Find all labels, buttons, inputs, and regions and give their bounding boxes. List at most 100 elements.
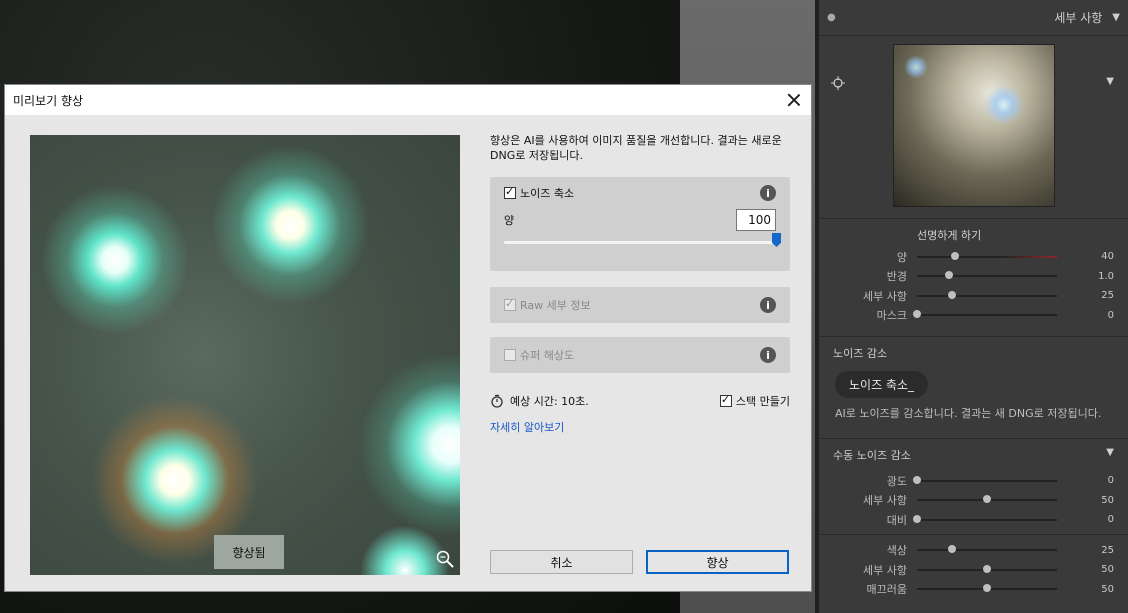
luminance-nr-slider-track[interactable]: [917, 495, 1057, 504]
sharpening-slider-label: 세부 사항: [863, 289, 907, 303]
color-nr-slider-track[interactable]: [917, 564, 1057, 573]
sharpening-slider-value[interactable]: 0: [1108, 310, 1114, 321]
luminance-nr-slider-track[interactable]: [913, 475, 1057, 484]
dialog-titlebar: 미리보기 향상: [5, 85, 811, 115]
preview-toggle-icon[interactable]: ▼: [1106, 76, 1114, 87]
noise-reduction-checkbox[interactable]: [504, 185, 516, 199]
color-nr-slider-track[interactable]: [917, 584, 1057, 593]
timer-icon: [491, 394, 503, 408]
color-nr-slider-label: 매끄러움: [866, 583, 907, 597]
sharpening-slider-value[interactable]: 25: [1101, 290, 1114, 301]
options-column: 향상은 AI를 사용하여 이미지 품질을 개선합니다. 결과는 새로운 DNG로…: [490, 133, 790, 435]
amount-label: 양: [504, 214, 515, 227]
detail-panel-header[interactable]: ● 세부 사항 ▼: [819, 0, 1128, 36]
color-nr-slider-row: 세부 사항 50: [833, 560, 1114, 580]
noise-reduction-section: 노이즈 감소 노이즈 축소_ AI로 노이즈를 감소합니다. 결과는 새 DNG…: [819, 337, 1128, 439]
color-nr-slider-value[interactable]: 50: [1101, 584, 1114, 595]
sharpening-slider-knob[interactable]: [950, 251, 959, 260]
color-nr-slider-value[interactable]: 50: [1101, 564, 1114, 575]
info-icon[interactable]: i: [760, 185, 776, 201]
sharpening-slider-knob[interactable]: [945, 271, 954, 280]
enhanced-preview[interactable]: 향상됨: [30, 135, 460, 575]
color-nr-slider-knob[interactable]: [983, 564, 991, 573]
sharpening-title: 선명하게 하기: [917, 229, 982, 242]
noise-reduction-option: 노이즈 축소 i 양 100: [490, 177, 790, 271]
zoom-icon[interactable]: [435, 549, 455, 569]
sharpening-slider-row: 세부 사항 25: [833, 286, 1114, 306]
luminance-nr-slider-knob[interactable]: [983, 495, 991, 504]
luminance-nr-slider-value[interactable]: 50: [1101, 495, 1114, 506]
amount-slider[interactable]: [504, 233, 781, 247]
color-nr-slider-row: 색상 25: [833, 541, 1114, 561]
enhance-dialog: 미리보기 향상 향상됨 향상은 AI를 사용하여 이미지 품질을 개선합니다. …: [4, 84, 812, 592]
noise-reduction-label: 노이즈 축소: [520, 187, 575, 200]
luminance-nr-slider-row: 대비 0: [833, 510, 1114, 530]
noise-reduction-button[interactable]: 노이즈 축소_: [835, 371, 929, 398]
luminance-nr-slider-row: 세부 사항 50: [833, 491, 1114, 511]
close-icon[interactable]: [785, 91, 803, 109]
preview-badge: 향상됨: [214, 535, 284, 569]
luminance-nr-slider-label: 대비: [886, 513, 907, 527]
dialog-description: 향상은 AI를 사용하여 이미지 품질을 개선합니다. 결과는 새로운 DNG로…: [490, 134, 782, 162]
detail-thumbnail[interactable]: [893, 44, 1055, 207]
luminance-nr-slider-track[interactable]: [913, 514, 1057, 523]
info-icon[interactable]: i: [760, 347, 776, 363]
create-stack-label: 스택 만들기: [735, 395, 790, 408]
detail-panel-title: 세부 사항: [1054, 11, 1103, 25]
amount-input[interactable]: 100: [736, 209, 776, 231]
raw-details-checkbox[interactable]: [504, 297, 516, 311]
target-icon[interactable]: [831, 76, 845, 90]
manual-nr-triangle-icon[interactable]: ▼: [1106, 447, 1114, 463]
luminance-nr-slider-row: 광도 0: [833, 471, 1114, 491]
color-nr-slider-value[interactable]: 25: [1101, 545, 1114, 556]
raw-details-option: Raw 세부 정보 i: [490, 287, 790, 323]
noise-reduction-title: 노이즈 감소: [833, 347, 888, 360]
sharpening-slider-label: 마스크: [876, 309, 907, 323]
cancel-button[interactable]: 취소: [490, 550, 633, 574]
manual-nr-title: 수동 노이즈 감소: [833, 449, 911, 462]
eye-icon[interactable]: ●: [827, 12, 841, 23]
estimate-text: 예상 시간: 10초.: [510, 395, 589, 408]
luminance-nr-slider-value[interactable]: 0: [1108, 475, 1114, 486]
sharpening-slider-row: 양 40: [833, 247, 1114, 267]
dialog-title: 미리보기 향상: [13, 93, 84, 108]
super-resolution-checkbox[interactable]: [504, 349, 516, 361]
manual-nr-section: 수동 노이즈 감소 ▼ 광도 0 세부 사항 50 대비 0 색상 25 세부 사항 50 매끄러…: [819, 439, 1128, 599]
luminance-nr-slider-label: 세부 사항: [863, 494, 907, 508]
color-nr-slider-knob[interactable]: [983, 584, 991, 593]
sharpening-slider-value[interactable]: 1.0: [1098, 271, 1114, 282]
color-nr-slider-label: 색상: [886, 544, 907, 558]
collapse-triangle-icon[interactable]: ▼: [1112, 12, 1120, 23]
super-resolution-label: 슈퍼 해상도: [520, 349, 575, 362]
sharpening-slider-label: 반경: [886, 270, 907, 284]
sharpening-slider-track[interactable]: [917, 251, 1057, 260]
sharpening-slider-knob[interactable]: [913, 310, 921, 319]
create-stack-checkbox[interactable]: [719, 393, 732, 407]
noise-reduction-description: AI로 노이즈를 감소합니다. 결과는 새 DNG로 저장됩니다.: [835, 407, 1102, 420]
luminance-nr-slider-knob[interactable]: [913, 514, 921, 523]
sharpening-slider-track[interactable]: [917, 271, 1057, 280]
learn-more-link[interactable]: 자세히 알아보기: [490, 419, 790, 435]
color-nr-slider-track[interactable]: [917, 545, 1057, 554]
sharpening-slider-row: 마스크 0: [833, 306, 1114, 326]
sharpening-slider-knob[interactable]: [948, 290, 956, 299]
sharpening-slider-label: 양: [896, 250, 907, 264]
manual-nr-header[interactable]: 수동 노이즈 감소 ▼: [833, 439, 1114, 467]
sharpening-section: 선명하게 하기 양 40 반경 1.0 세부 사항 25 마스크 0: [819, 219, 1128, 337]
luminance-nr-slider-knob[interactable]: [913, 475, 921, 484]
raw-details-label: Raw 세부 정보: [520, 299, 591, 312]
sharpening-slider-track[interactable]: [917, 290, 1057, 299]
detail-panel: ● 세부 사항 ▼ ▼ 선명하게 하기 양 40 반경 1.0 세부 사항 25 마스크 0 …: [815, 0, 1128, 613]
info-icon[interactable]: i: [760, 297, 776, 313]
luminance-nr-slider-label: 광도: [886, 474, 907, 488]
sharpening-slider-row: 반경 1.0: [833, 267, 1114, 287]
amount-slider-knob[interactable]: [772, 233, 781, 247]
detail-preview-area: ▼: [819, 36, 1128, 219]
sharpening-slider-track[interactable]: [913, 310, 1057, 319]
color-nr-slider-row: 매끄러움 50: [833, 580, 1114, 600]
enhance-button[interactable]: 향상: [646, 550, 789, 574]
super-resolution-option: 슈퍼 해상도 i: [490, 337, 790, 373]
color-nr-slider-knob[interactable]: [948, 545, 956, 554]
luminance-nr-slider-value[interactable]: 0: [1108, 514, 1114, 525]
sharpening-slider-value[interactable]: 40: [1101, 251, 1114, 262]
